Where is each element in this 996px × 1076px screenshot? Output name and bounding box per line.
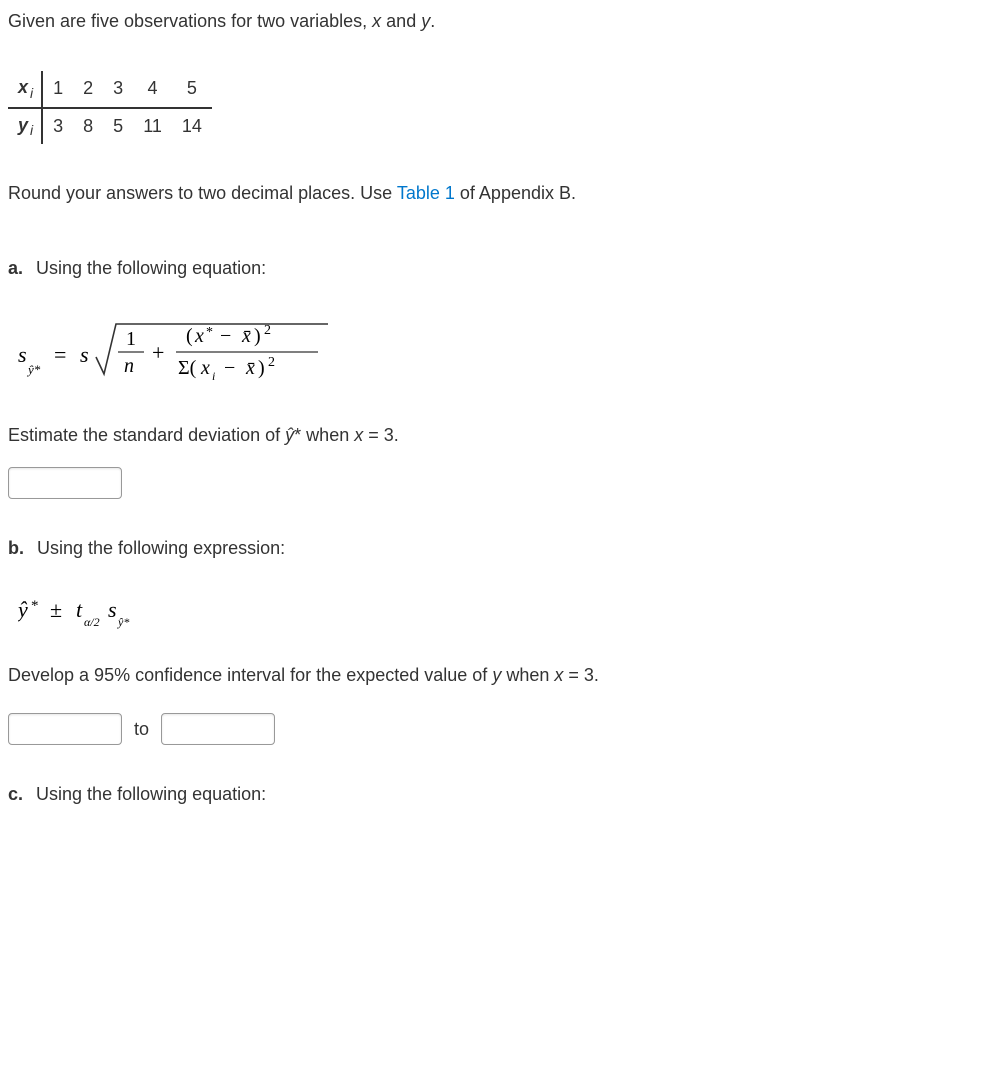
part-b-equation: ŷ * ± t α/2 s ŷ* (18, 592, 978, 632)
part-a-label: a. (8, 255, 23, 282)
table-cell: 3 (42, 108, 73, 145)
part-b-answer-upper-input[interactable] (161, 713, 275, 745)
svg-text:Σ(: Σ( (178, 357, 197, 379)
svg-text:*: * (206, 325, 213, 340)
part-b-q-pre: Develop a 95% confidence interval for th… (8, 665, 492, 685)
table-cell: 8 (73, 108, 103, 145)
table-cell: 5 (103, 108, 133, 145)
instructions-round: Round your answers to two decimal places… (8, 183, 397, 203)
intro-and: and (381, 11, 421, 31)
svg-text:ŷ: ŷ (18, 597, 28, 622)
part-a-q-var: x (354, 425, 363, 445)
part-c-heading: c. Using the following equation: (8, 781, 988, 808)
svg-text:*: * (31, 598, 39, 614)
svg-text:): ) (258, 357, 265, 379)
part-b: b. Using the following expression: ŷ * ±… (8, 535, 988, 745)
part-b-q-var2: x (554, 665, 563, 685)
document-content: Given are five observations for two vari… (8, 8, 988, 808)
part-b-q-post: = 3. (563, 665, 599, 685)
data-table: xi 1 2 3 4 5 yi 3 8 5 11 14 (8, 71, 212, 144)
part-a-equation: s ŷ* = s 1 n + ( x * − x̄ ) 2 (18, 312, 978, 392)
svg-text:−: − (224, 357, 235, 379)
part-b-label: b. (8, 535, 24, 562)
part-a-heading: a. Using the following equation: (8, 255, 988, 282)
x-header-label: x (18, 77, 28, 97)
part-c: c. Using the following equation: (8, 781, 988, 808)
svg-text:ŷ*: ŷ* (26, 362, 41, 377)
part-a: a. Using the following equation: s ŷ* = … (8, 255, 988, 499)
part-b-prompt: Using the following expression: (37, 538, 285, 558)
y-row-header: yi (8, 108, 42, 145)
equation-svg-b: ŷ * ± t α/2 s ŷ* (18, 592, 218, 632)
table-cell: 3 (103, 71, 133, 108)
svg-text:1: 1 (126, 328, 136, 350)
table-cell: 1 (42, 71, 73, 108)
equation-svg-a: s ŷ* = s 1 n + ( x * − x̄ ) 2 (18, 312, 338, 392)
to-label: to (134, 716, 149, 743)
part-a-prompt: Using the following equation: (36, 258, 266, 278)
svg-text:2: 2 (264, 323, 271, 338)
part-b-answer-row: to (8, 713, 988, 745)
intro-var2: y (421, 11, 430, 31)
x-subscript: i (30, 85, 33, 101)
instructions: Round your answers to two decimal places… (8, 180, 988, 207)
svg-text:s: s (108, 597, 117, 622)
table-row-x: xi 1 2 3 4 5 (8, 71, 212, 108)
part-b-heading: b. Using the following expression: (8, 535, 988, 562)
intro-var1: x (372, 11, 381, 31)
part-a-q-pre: Estimate the standard deviation of (8, 425, 285, 445)
svg-text:x: x (200, 357, 210, 379)
table-cell: 4 (133, 71, 172, 108)
svg-text:x̄: x̄ (245, 357, 255, 379)
part-a-answer-input[interactable] (8, 467, 122, 499)
part-a-q-sym: ŷ (285, 425, 294, 445)
svg-text:): ) (254, 325, 261, 347)
table-cell: 11 (133, 108, 172, 145)
table-cell: 14 (172, 108, 212, 145)
svg-text:i: i (212, 369, 215, 383)
part-b-q-var1: y (492, 665, 501, 685)
svg-text:2: 2 (268, 355, 275, 370)
part-c-label: c. (8, 781, 23, 808)
part-a-question: Estimate the standard deviation of ŷ* wh… (8, 422, 988, 449)
svg-text:=: = (54, 342, 66, 367)
svg-text:−: − (220, 325, 231, 347)
part-a-q-post2: = 3. (363, 425, 399, 445)
svg-text:x̄: x̄ (241, 325, 251, 347)
instructions-appendix: of Appendix B. (455, 183, 576, 203)
y-header-label: y (18, 115, 28, 135)
intro-given: Given are five observations for two vari… (8, 11, 372, 31)
svg-text:ŷ*: ŷ* (117, 615, 129, 629)
part-b-answer-lower-input[interactable] (8, 713, 122, 745)
part-b-question: Develop a 95% confidence interval for th… (8, 662, 988, 689)
intro-text: Given are five observations for two vari… (8, 8, 988, 35)
table-1-link[interactable]: Table 1 (397, 183, 455, 203)
part-b-q-mid: when (501, 665, 554, 685)
svg-text:s: s (80, 342, 89, 367)
part-a-q-post1: * when (294, 425, 354, 445)
table-row-y: yi 3 8 5 11 14 (8, 108, 212, 145)
table-cell: 2 (73, 71, 103, 108)
y-subscript: i (30, 122, 33, 138)
intro-period: . (430, 11, 435, 31)
x-row-header: xi (8, 71, 42, 108)
svg-text:+: + (152, 340, 164, 365)
svg-text:n: n (124, 355, 134, 377)
svg-text:x: x (194, 325, 204, 347)
svg-text:α/2: α/2 (84, 615, 100, 629)
svg-text:(: ( (186, 325, 193, 347)
table-cell: 5 (172, 71, 212, 108)
svg-text:s: s (18, 342, 27, 367)
part-c-prompt: Using the following equation: (36, 784, 266, 804)
svg-text:±: ± (50, 597, 62, 622)
svg-text:t: t (76, 597, 83, 622)
